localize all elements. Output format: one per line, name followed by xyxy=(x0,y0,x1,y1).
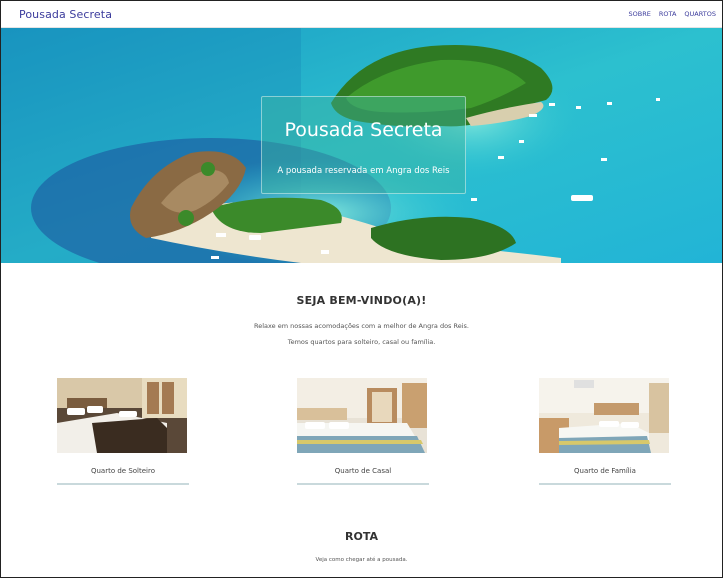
room-label-solteiro: Quarto de Solteiro xyxy=(90,467,155,475)
navbar: Pousada Secreta SOBRE ROTA QUARTOS xyxy=(1,1,722,28)
welcome-text-line-1: Relaxe em nossas acomodações com a melho… xyxy=(254,322,469,330)
room-image-familia xyxy=(539,378,669,453)
room-label-familia: Quarto de Família xyxy=(574,467,636,475)
room-image-solteiro xyxy=(57,378,187,453)
brand-link[interactable]: Pousada Secreta xyxy=(19,8,112,21)
nav-link-rota[interactable]: ROTA xyxy=(659,10,677,18)
nav-links: SOBRE ROTA QUARTOS xyxy=(629,10,716,18)
hero-section: Pousada Secreta A pousada reservada em A… xyxy=(1,28,722,263)
room-card-solteiro[interactable]: Quarto de Solteiro xyxy=(57,378,189,485)
room-image-casal xyxy=(297,378,427,453)
nav-link-sobre[interactable]: SOBRE xyxy=(629,10,651,18)
nav-link-quartos[interactable]: QUARTOS xyxy=(684,10,716,18)
rota-subtitle: Veja como chegar até a pousada. xyxy=(315,557,408,563)
welcome-title: SEJA BEM-VINDO(A)! xyxy=(296,294,427,307)
room-card-familia[interactable]: Quarto de Família xyxy=(539,378,671,485)
welcome-text-line-2: Temos quartos para solteiro, casal ou fa… xyxy=(287,338,436,346)
hero-card: Pousada Secreta A pousada reservada em A… xyxy=(261,96,466,194)
room-card-casal[interactable]: Quarto de Casal xyxy=(297,378,429,485)
hero-title: Pousada Secreta xyxy=(284,119,443,141)
room-label-casal: Quarto de Casal xyxy=(334,467,392,475)
room-divider xyxy=(539,483,671,485)
hero-subtitle: A pousada reservada em Angra dos Reis xyxy=(277,166,450,176)
room-divider xyxy=(297,483,429,485)
rota-title: ROTA xyxy=(345,530,378,543)
room-divider xyxy=(57,483,189,485)
